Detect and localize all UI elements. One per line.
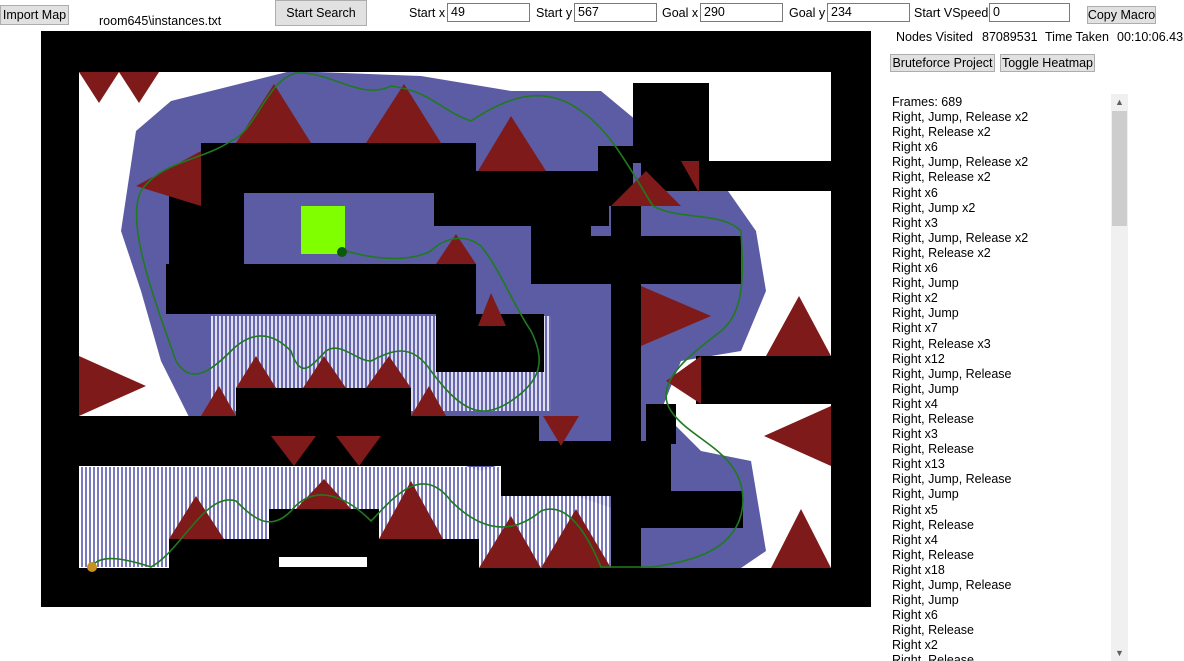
macro-line: Right, Jump, Release x2 bbox=[892, 110, 1029, 125]
macro-list[interactable]: Frames: 689 Right, Jump, Release x2 Right,… bbox=[892, 95, 1110, 661]
goal-marker bbox=[337, 247, 347, 257]
scroll-thumb[interactable] bbox=[1112, 111, 1127, 226]
map-view bbox=[41, 31, 871, 607]
macro-line: Right x5 bbox=[892, 502, 938, 517]
start-pad bbox=[279, 557, 367, 567]
goal-area bbox=[301, 206, 345, 254]
macro-line: Right, Release x3 bbox=[892, 336, 991, 351]
macro-line: Right, Jump bbox=[892, 487, 959, 502]
goal-y-label: Goal y bbox=[789, 6, 826, 20]
start-y-input[interactable]: 567 bbox=[574, 3, 657, 22]
goal-y-input[interactable]: 234 bbox=[827, 3, 910, 22]
macro-line: Right x4 bbox=[892, 532, 938, 547]
macro-frames-line: Frames: 689 bbox=[892, 95, 963, 109]
macro-scrollbar[interactable]: ▲ ▼ bbox=[1111, 94, 1128, 661]
macro-line: Right x6 bbox=[892, 261, 938, 276]
macro-line: Right x2 bbox=[892, 638, 938, 653]
import-map-button[interactable]: Import Map bbox=[0, 5, 69, 25]
macro-line: Right, Release bbox=[892, 517, 974, 532]
scroll-down-icon[interactable]: ▼ bbox=[1111, 645, 1128, 661]
start-x-input[interactable]: 49 bbox=[447, 3, 530, 22]
macro-line: Right, Release bbox=[892, 411, 974, 426]
nodes-visited-label: Nodes Visited bbox=[896, 30, 973, 44]
macro-line: Right, Jump, Release bbox=[892, 472, 1012, 487]
start-vspeed-input[interactable]: 0 bbox=[989, 3, 1070, 22]
macro-line: Right, Jump, Release bbox=[892, 578, 1012, 592]
scroll-up-icon[interactable]: ▲ bbox=[1111, 94, 1128, 110]
macro-line: Right x13 bbox=[892, 457, 945, 472]
goal-x-label: Goal x bbox=[662, 6, 699, 20]
start-y-label: Start y bbox=[536, 6, 573, 20]
start-search-button[interactable]: Start Search bbox=[275, 0, 367, 26]
start-x-label: Start x bbox=[409, 6, 446, 20]
macro-line: Right, Jump, Release x2 bbox=[892, 155, 1029, 170]
time-taken-value: 00:10:06.43 bbox=[1117, 30, 1184, 44]
macro-line: Right x3 bbox=[892, 215, 938, 230]
macro-line: Right, Jump x2 bbox=[892, 200, 976, 215]
macro-line: Right x18 bbox=[892, 562, 945, 577]
time-taken-label: Time Taken bbox=[1045, 30, 1109, 44]
macro-line: Right, Release x2 bbox=[892, 245, 991, 260]
macro-line: Right x2 bbox=[892, 291, 938, 306]
macro-line: Right, Jump bbox=[892, 306, 959, 321]
macro-line: Right x3 bbox=[892, 427, 938, 442]
macro-line: Right, Release bbox=[892, 623, 974, 638]
macro-line: Right x6 bbox=[892, 140, 938, 155]
macro-line: Right, Jump, Release x2 bbox=[892, 230, 1029, 245]
macro-line: Right, Jump bbox=[892, 276, 959, 291]
macro-line: Right, Release x2 bbox=[892, 170, 991, 185]
macro-line: Right x6 bbox=[892, 608, 938, 623]
macro-line: Right, Jump bbox=[892, 593, 959, 608]
macro-line: Right, Jump, Release bbox=[892, 366, 1012, 381]
macro-line: Right, Release bbox=[892, 653, 974, 661]
nodes-visited-value: 87089531 bbox=[982, 30, 1038, 44]
map-canvas[interactable] bbox=[41, 31, 871, 607]
macro-line: Right, Release bbox=[892, 547, 974, 562]
bruteforce-project-button[interactable]: Bruteforce Project bbox=[890, 54, 995, 72]
macro-line: Right x7 bbox=[892, 321, 938, 336]
macro-line: Right, Release x2 bbox=[892, 125, 991, 140]
copy-macro-button[interactable]: Copy Macro bbox=[1087, 6, 1156, 24]
macro-line: Right x12 bbox=[892, 351, 945, 366]
start-vspeed-label: Start VSpeed bbox=[914, 6, 989, 20]
start-marker bbox=[87, 562, 97, 572]
goal-x-input[interactable]: 290 bbox=[700, 3, 783, 22]
macro-line: Right x4 bbox=[892, 396, 938, 411]
toggle-heatmap-button[interactable]: Toggle Heatmap bbox=[1000, 54, 1095, 72]
file-name-label: room645\instances.txt bbox=[99, 14, 222, 28]
macro-line: Right, Release bbox=[892, 442, 974, 457]
macro-line: Right x6 bbox=[892, 185, 938, 200]
macro-line: Right, Jump bbox=[892, 381, 959, 396]
